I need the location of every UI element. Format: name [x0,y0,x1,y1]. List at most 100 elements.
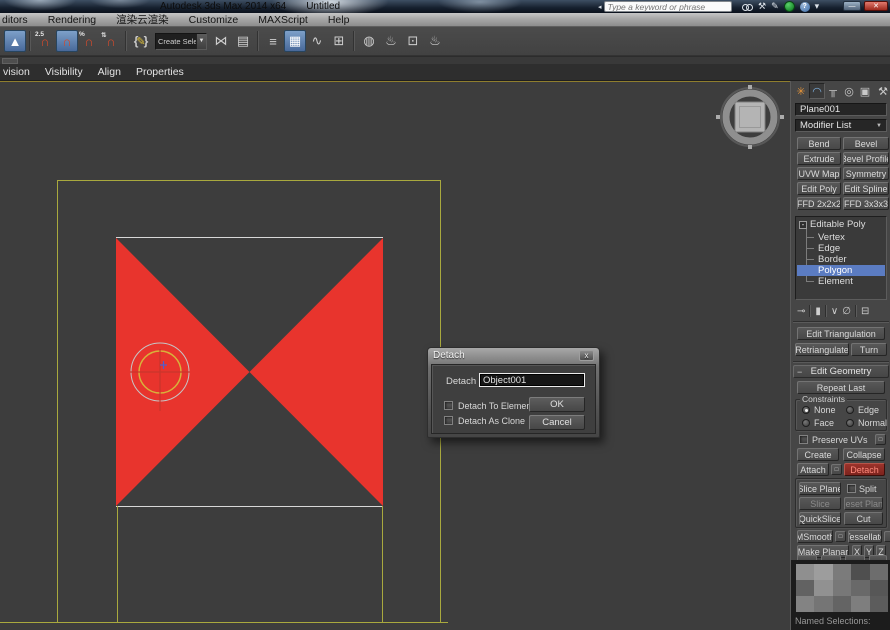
ribbon-tab-visibility[interactable]: Visibility [45,66,83,78]
menu-item-customize[interactable]: Customize [179,14,249,26]
modifier-ffd2x2x2-button[interactable]: FFD 2x2x2 [797,197,841,210]
modifier-bevel-button[interactable]: Bevel [843,137,889,150]
viewcube[interactable] [716,85,784,149]
menu-item-cloud-render[interactable]: 渲染云渲染 [106,12,179,27]
viewport-canvas[interactable] [0,81,790,630]
chevron-down-icon[interactable]: ▼ [196,34,206,49]
menu-item-maxscript[interactable]: MAXScript [248,14,318,26]
search-input[interactable] [604,1,732,12]
modifier-ffd3x3x3-button[interactable]: FFD 3x3x3 [843,197,889,210]
detach-button[interactable]: Detach [844,463,885,476]
show-end-result-icon[interactable]: ▮ [815,306,821,317]
make-unique-icon[interactable]: ∨ [831,306,838,317]
dialog-close-icon[interactable]: x [579,350,594,361]
repeat-last-button[interactable]: Repeat Last [797,381,885,394]
graphite-ribbon-toggle-button[interactable]: ▦ [284,30,306,52]
constraint-edge-radio[interactable]: Edge [846,405,879,415]
render-setup-button[interactable]: ♨ [380,30,402,52]
collapse-icon[interactable]: - [799,221,807,229]
constraint-normal-radio[interactable]: Normal [846,418,887,428]
attach-button[interactable]: Attach [797,463,829,476]
configure-modifier-sets-icon[interactable]: ⊟ [861,306,869,317]
edit-named-selection-sets-button[interactable]: {✎} [130,30,152,52]
align-button[interactable]: ▤ [232,30,254,52]
modifier-bevel-profile-button[interactable]: Bevel Profile [843,152,889,165]
msmooth-options-button[interactable]: □ [835,531,846,542]
modifier-edit-poly-button[interactable]: Edit Poly [797,182,841,195]
preserve-uvs-options-button[interactable]: □ [875,434,886,445]
rendered-frame-window-button[interactable]: ⊡ [402,30,424,52]
material-editor-button[interactable]: ◍ [358,30,380,52]
preserve-uvs-checkbox[interactable] [799,435,808,444]
split-checkbox[interactable] [847,484,856,493]
detach-dialog-titlebar[interactable]: Detach x [428,348,599,363]
slice-plane-button[interactable]: Slice Plane [799,482,841,495]
help-icon[interactable]: ? [800,2,810,12]
stack-item-element[interactable]: Element [797,276,885,287]
detach-name-input[interactable] [479,373,585,387]
constraint-none-radio[interactable]: None [802,405,836,415]
select-and-place-button[interactable]: ▲ [4,30,26,52]
utilities-tab-icon[interactable]: ⚒ [875,83,890,99]
detach-to-element-checkbox[interactable] [444,401,453,410]
stack-item-edge[interactable]: Edge [797,243,885,254]
stack-item-vertex[interactable]: Vertex [797,232,885,243]
hierarchy-tab-icon[interactable]: ╥ [825,83,841,99]
menu-item-editors[interactable]: ditors [0,14,38,26]
collapse-button[interactable]: Collapse [843,448,885,461]
ok-button[interactable]: OK [529,397,585,412]
edit-triangulation-button[interactable]: Edit Triangulation [797,327,885,340]
modifier-symmetry-button[interactable]: Symmetry [843,167,889,180]
spinner-snap-button[interactable]: ⇅ ∩ [100,30,122,52]
layer-manager-button[interactable]: ≡ [262,30,284,52]
modifier-bend-button[interactable]: Bend [797,137,841,150]
pencil-icon[interactable]: ✎ [771,2,779,11]
menu-item-rendering[interactable]: Rendering [38,14,106,26]
modify-tab-icon[interactable]: ◠ [809,83,825,99]
ribbon-tab-align[interactable]: Align [98,66,121,78]
infocenter-dropdown-icon[interactable]: ▾ [815,2,820,11]
modifier-edit-spline-button[interactable]: Edit Spline [843,182,889,195]
tessellate-options-button[interactable] [884,531,890,542]
menu-item-help[interactable]: Help [318,14,360,26]
modifier-extrude-button[interactable]: Extrude [797,152,841,165]
retriangulate-button[interactable]: Retriangulate [795,343,849,356]
minimize-button[interactable]: — [843,1,861,11]
modifier-uvw-map-button[interactable]: UVW Map [797,167,841,180]
create-tab-icon[interactable]: ✳ [793,83,809,99]
selected-polygon-right[interactable] [250,238,384,506]
stack-item-border[interactable]: Border [797,254,885,265]
snaps-toggle-button[interactable]: 2.5 ∩ [34,30,56,52]
cancel-button[interactable]: Cancel [529,415,585,430]
subscription-wrench-icon[interactable]: ⚒ [758,2,766,11]
stack-item-editable-poly[interactable]: - Editable Poly [797,219,885,230]
pin-stack-icon[interactable]: ⊸ [797,306,805,317]
display-tab-icon[interactable]: ▣ [857,83,873,99]
remove-modifier-icon[interactable]: ∅ [842,306,851,317]
slice-button[interactable]: Slice [799,497,841,510]
edit-geometry-rollout-header[interactable]: − Edit Geometry [793,365,889,378]
cut-button[interactable]: Cut [844,512,883,525]
detach-as-clone-checkbox[interactable] [444,416,453,425]
create-button[interactable]: Create [797,448,839,461]
turn-button[interactable]: Turn [851,343,887,356]
motion-tab-icon[interactable]: ◎ [841,83,857,99]
percent-snap-button[interactable]: % ∩ [78,30,100,52]
named-selection-set-dropdown[interactable]: Create Selection Se ▼ [155,33,207,50]
ribbon-tab-subdivision[interactable]: vision [3,66,30,78]
object-name-field[interactable]: Plane001 [795,103,887,116]
reset-plane-button[interactable]: Reset Plane [844,497,883,510]
curve-editor-button[interactable]: ∿ [306,30,328,52]
quickslice-button[interactable]: QuickSlice [799,512,841,525]
search-icon[interactable] [742,4,753,10]
schematic-view-button[interactable]: ⊞ [328,30,350,52]
render-production-button[interactable]: ♨ [424,30,446,52]
attach-options-button[interactable]: □ [831,464,842,475]
ribbon-tab-properties[interactable]: Properties [136,66,184,78]
tessellate-button[interactable]: Tessellate [848,530,882,543]
modifier-list-dropdown[interactable]: Modifier List ▼ [795,119,887,132]
mirror-button[interactable]: ⋈ [210,30,232,52]
communication-center-icon[interactable] [784,1,795,12]
msmooth-button[interactable]: MSmooth [797,530,833,543]
stack-item-polygon[interactable]: Polygon [797,265,885,276]
